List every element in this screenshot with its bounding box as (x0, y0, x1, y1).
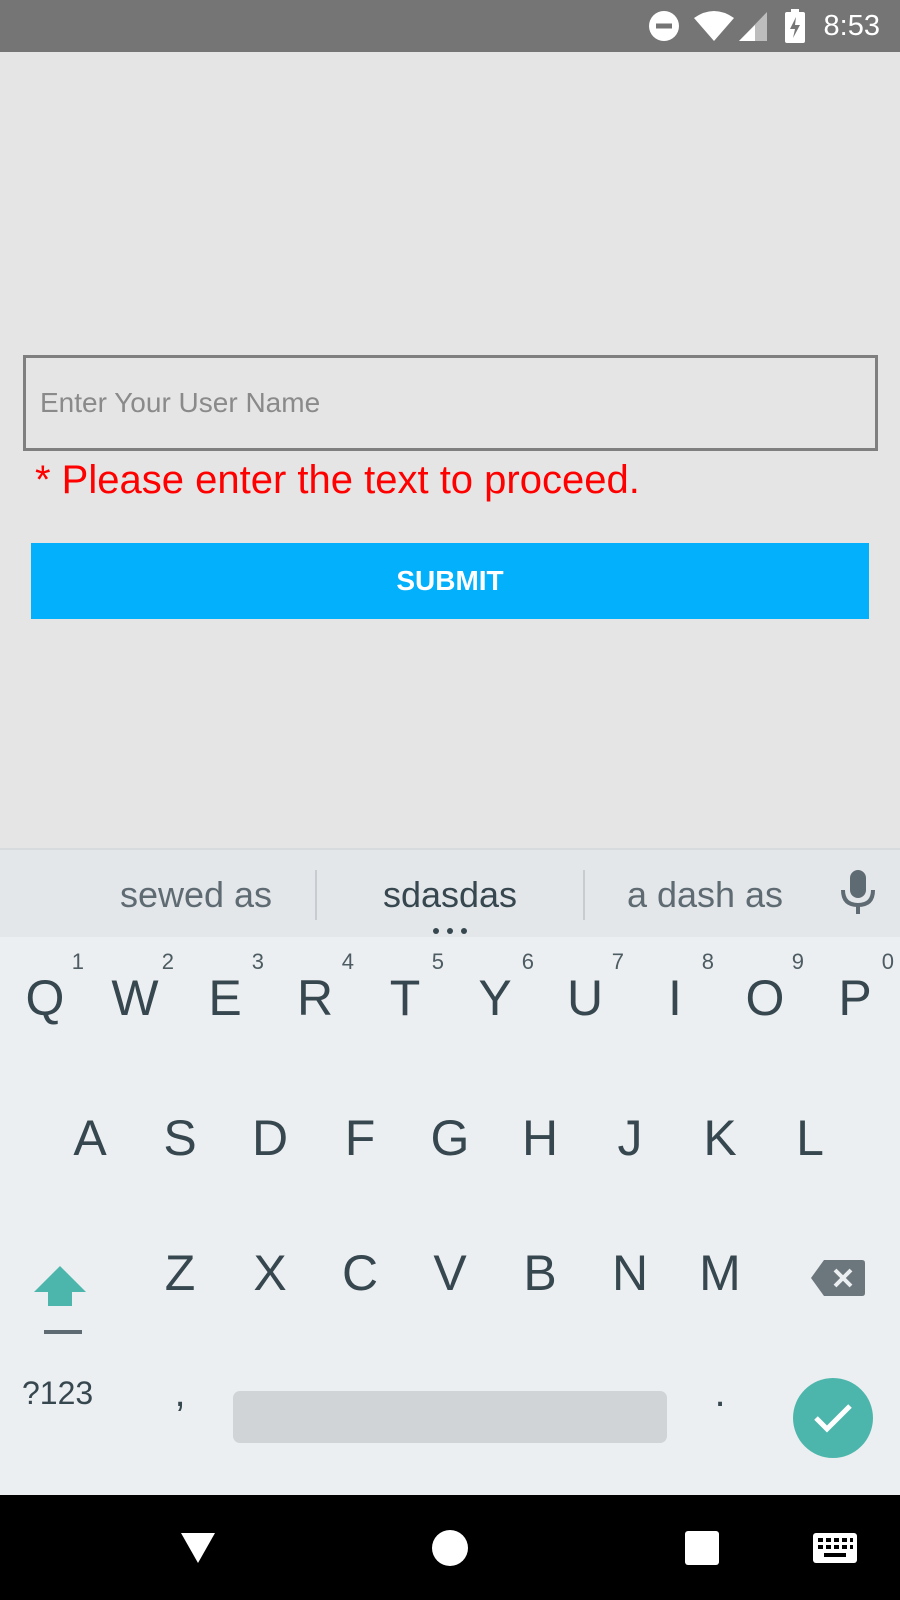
soft-keyboard: sewed as sdasdas a dash as Q1 W2 E3 R4 T… (0, 848, 900, 1495)
key-o[interactable]: O9 (720, 943, 810, 1053)
key-b[interactable]: B (495, 1218, 585, 1328)
microphone-icon[interactable] (840, 870, 876, 921)
suggestion-center[interactable]: sdasdas (330, 850, 570, 939)
suggestion-divider (315, 870, 317, 920)
key-v[interactable]: V (405, 1218, 495, 1328)
key-h[interactable]: H (495, 1083, 585, 1193)
key-j[interactable]: J (585, 1083, 675, 1193)
navigation-bar (0, 1495, 900, 1600)
comma-key[interactable]: , (160, 1348, 200, 1438)
key-u[interactable]: U7 (540, 943, 630, 1053)
key-p[interactable]: P0 (810, 943, 900, 1053)
key-a[interactable]: A (45, 1083, 135, 1193)
key-l[interactable]: L (765, 1083, 855, 1193)
signal-icon (736, 0, 770, 52)
key-r[interactable]: R4 (270, 943, 360, 1053)
backspace-icon[interactable] (810, 1258, 866, 1303)
username-input[interactable] (23, 355, 878, 451)
app-content: * Please enter the text to proceed. SUBM… (0, 52, 900, 848)
key-n[interactable]: N (585, 1218, 675, 1328)
submit-button[interactable]: SUBMIT (31, 543, 869, 619)
key-s[interactable]: S (135, 1083, 225, 1193)
key-k[interactable]: K (675, 1083, 765, 1193)
symbols-key[interactable]: ?123 (22, 1348, 93, 1438)
key-y[interactable]: Y6 (450, 943, 540, 1053)
validation-error-message: * Please enter the text to proceed. (35, 458, 640, 502)
key-d[interactable]: D (225, 1083, 315, 1193)
key-w[interactable]: W2 (90, 943, 180, 1053)
status-time: 8:53 (823, 10, 880, 42)
suggestion-left[interactable]: sewed as (96, 850, 296, 939)
keyboard-switch-icon[interactable] (810, 1495, 860, 1600)
suggestion-right[interactable]: a dash as (600, 850, 810, 939)
wifi-icon (692, 0, 736, 52)
period-key[interactable]: . (700, 1348, 740, 1438)
key-g[interactable]: G (405, 1083, 495, 1193)
key-m[interactable]: M (675, 1218, 765, 1328)
key-f[interactable]: F (315, 1083, 405, 1193)
key-q[interactable]: Q1 (0, 943, 90, 1053)
suggestion-divider (583, 870, 585, 920)
status-bar: 8:53 (0, 0, 900, 52)
shift-icon[interactable] (30, 1258, 90, 1343)
recents-icon[interactable] (672, 1495, 732, 1600)
home-icon[interactable] (420, 1495, 480, 1600)
key-z[interactable]: Z (135, 1218, 225, 1328)
key-t[interactable]: T5 (360, 943, 450, 1053)
battery-charging-icon (782, 0, 808, 52)
key-e[interactable]: E3 (180, 943, 270, 1053)
key-i[interactable]: I8 (630, 943, 720, 1053)
space-bar[interactable] (233, 1391, 667, 1443)
enter-checkmark-icon[interactable] (793, 1378, 873, 1458)
key-c[interactable]: C (315, 1218, 405, 1328)
do-not-disturb-icon (646, 0, 682, 52)
suggestion-strip: sewed as sdasdas a dash as (0, 848, 900, 937)
back-icon[interactable] (168, 1495, 228, 1600)
more-suggestions-icon[interactable] (433, 928, 467, 934)
key-x[interactable]: X (225, 1218, 315, 1328)
